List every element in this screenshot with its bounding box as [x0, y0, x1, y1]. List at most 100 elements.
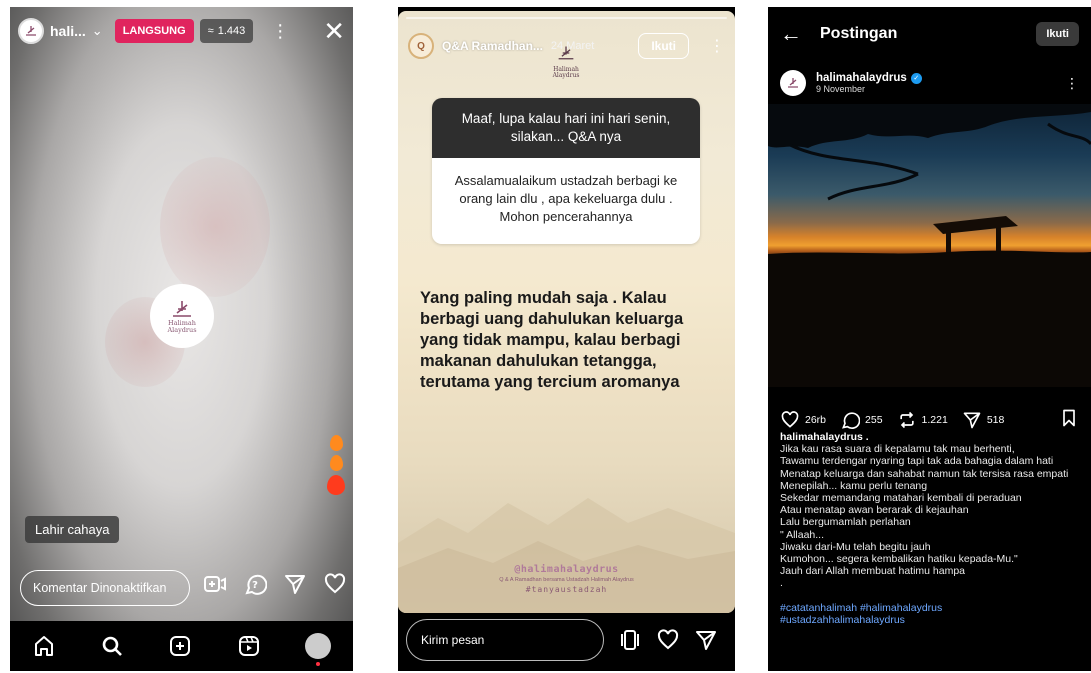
create-icon[interactable]	[168, 634, 192, 658]
reels-icon[interactable]	[237, 634, 261, 658]
close-icon[interactable]: ✕	[323, 18, 345, 44]
post-header: ← Postingan Ikuti	[780, 19, 1079, 49]
repost-count: 1.221	[921, 413, 948, 426]
question-icon[interactable]: ?	[243, 572, 267, 596]
caption-line: Kumohon... segera kembalikan hatiku kepa…	[780, 553, 1018, 566]
floating-reactions	[327, 435, 345, 495]
send-icon[interactable]	[694, 628, 718, 652]
live-top-bar: hali... ⌄ LANGSUNG ≈ 1.443 ⋮ ✕	[18, 17, 345, 45]
caption-line: Menatap keluarga dan sahabat namun tak t…	[780, 467, 1069, 480]
follow-button[interactable]: Ikuti	[1036, 22, 1079, 46]
footer-handle: @halimahalaydrus	[514, 564, 619, 575]
viewer-count: 1.443	[217, 25, 246, 37]
follow-button[interactable]: Ikuti	[638, 33, 689, 59]
caption-line: Jauh dari Allah membuat hatimu hampa	[780, 565, 966, 578]
logo-text-line: Alaydrus	[552, 72, 580, 79]
comment-count: 255	[865, 413, 883, 426]
send-icon[interactable]	[283, 572, 307, 596]
heart-icon[interactable]	[656, 628, 680, 652]
sunset-scene	[768, 104, 1091, 387]
bottom-navigation	[10, 621, 353, 671]
add-video-icon[interactable]	[203, 572, 227, 596]
logo-mosque-icon	[558, 46, 574, 60]
share-count: 518	[986, 413, 1005, 426]
caption-line: " Allaah...	[780, 528, 825, 541]
caption-username[interactable]: halimahalaydrus	[780, 431, 863, 443]
heart-icon[interactable]	[780, 410, 800, 430]
story-reply-bar: Kirim pesan	[406, 618, 727, 662]
caption-line: Jiwaku dari-Mu telah begitu jauh	[780, 540, 931, 553]
heart-icon[interactable]	[323, 572, 347, 596]
caption-line: Menepilah... kamu perlu tenang	[780, 479, 928, 492]
logo-text-line: Alaydrus	[167, 326, 197, 334]
caption-line: Lalu bergumamlah perlahan	[780, 516, 911, 529]
add-media-icon[interactable]	[618, 628, 642, 652]
question-text: Assalamualaikum ustadzah berbagi ke oran…	[432, 158, 700, 244]
background-blur	[160, 157, 270, 297]
caption-line: Jika kau rasa suara di kepalamu tak mau …	[780, 443, 1015, 456]
live-badge: LANGSUNG	[114, 19, 194, 43]
author-name-row: halimahalaydrus ✓	[816, 72, 922, 84]
story-logo: Halimah Alaydrus	[548, 44, 584, 79]
story-avatar[interactable]: Q	[408, 33, 434, 59]
repost-icon[interactable]	[897, 410, 917, 430]
more-vertical-icon[interactable]: ⋮	[709, 36, 725, 56]
send-icon[interactable]	[962, 410, 982, 430]
story-progress-bar	[406, 17, 727, 19]
page-title: Postingan	[820, 25, 898, 42]
live-center-logo: Halimah Alaydrus	[150, 284, 214, 348]
footer-subtitle: Q & A Ramadhan bersama Ustadzah Halimah …	[499, 577, 634, 583]
hashtag-line[interactable]: #ustadzahhalimahalaydrus	[780, 614, 1083, 626]
caption-line: Atau menatap awan berarak di kejauhan	[780, 504, 969, 517]
post-date: 9 November	[816, 84, 866, 94]
flame-reaction-icon	[329, 455, 343, 471]
comment-action[interactable]: 255	[840, 410, 883, 430]
verified-icon: ✓	[910, 72, 922, 84]
comment-input-disabled: Komentar Dinonaktifkan	[20, 570, 190, 606]
footer-hashtag: #tanyaustadzah	[525, 585, 608, 594]
question-sticker: Maaf, lupa kalau hari ini hari senin, si…	[432, 98, 700, 244]
flame-reaction-icon	[329, 435, 343, 451]
more-vertical-icon[interactable]: ⋮	[1065, 75, 1079, 92]
story-screen: Q Q&A Ramadhan... 24 Maret Ikuti ⋮ Halim…	[398, 7, 735, 671]
author-avatar[interactable]	[780, 70, 806, 96]
like-action[interactable]: 26rb	[780, 410, 826, 430]
answer-text: Yang paling mudah saja . Kalau berbagi u…	[420, 289, 684, 391]
profile-icon[interactable]	[304, 633, 331, 666]
post-author-row: halimahalaydrus ✓ 9 November ⋮	[780, 70, 1079, 96]
host-avatar[interactable]	[18, 18, 44, 44]
viewer-count-badge[interactable]: ≈ 1.443	[199, 19, 254, 43]
like-count: 26rb	[805, 413, 827, 426]
bookmark-icon[interactable]	[1059, 408, 1079, 431]
comment-icon[interactable]	[840, 410, 861, 430]
search-icon[interactable]	[100, 634, 124, 658]
chevron-down-icon[interactable]: ⌄	[92, 23, 103, 39]
flame-reaction-icon	[327, 475, 345, 495]
live-stream-screen: hali... ⌄ LANGSUNG ≈ 1.443 ⋮ ✕ Halimah A…	[10, 7, 353, 671]
post-photo[interactable]	[768, 104, 1091, 387]
caption-line: Tawamu terdengar nyaring tapi tak ada ba…	[780, 455, 1054, 468]
repost-action[interactable]: 1.221	[897, 410, 948, 430]
back-arrow-icon[interactable]: ←	[780, 21, 802, 47]
wifi-icon: ≈	[207, 25, 214, 37]
post-caption: halimahalaydrus . Jika kau rasa suara di…	[780, 431, 1083, 626]
post-screen: ← Postingan Ikuti halimahalaydrus ✓ 9 No…	[768, 7, 1091, 671]
event-label: Lahir cahaya	[25, 516, 120, 543]
host-username[interactable]: hali...	[50, 23, 86, 39]
caption-line: .	[780, 577, 783, 590]
logo-mosque-icon	[173, 301, 191, 317]
home-icon[interactable]	[32, 634, 56, 658]
post-actions: 26rb 255 1.221 518	[780, 408, 1079, 431]
message-input[interactable]: Kirim pesan	[406, 619, 604, 661]
svg-text:?: ?	[252, 580, 258, 591]
story-title[interactable]: Q&A Ramadhan...	[442, 39, 543, 53]
more-vertical-icon[interactable]: ⋮	[271, 21, 289, 42]
caption-line: Sekedar memandang matahari kembali di pe…	[780, 492, 1022, 505]
author-username[interactable]: halimahalaydrus	[816, 72, 907, 84]
story-content[interactable]: Q Q&A Ramadhan... 24 Maret Ikuti ⋮ Halim…	[398, 11, 735, 613]
hashtag-line[interactable]: #catatanhalimah #halimahalaydrus	[780, 602, 1083, 614]
story-footer: @halimahalaydrus Q & A Ramadhan bersama …	[398, 564, 735, 594]
question-prompt: Maaf, lupa kalau hari ini hari senin, si…	[432, 98, 700, 158]
live-action-bar: ?	[203, 572, 347, 596]
share-action[interactable]: 518	[962, 410, 1005, 430]
